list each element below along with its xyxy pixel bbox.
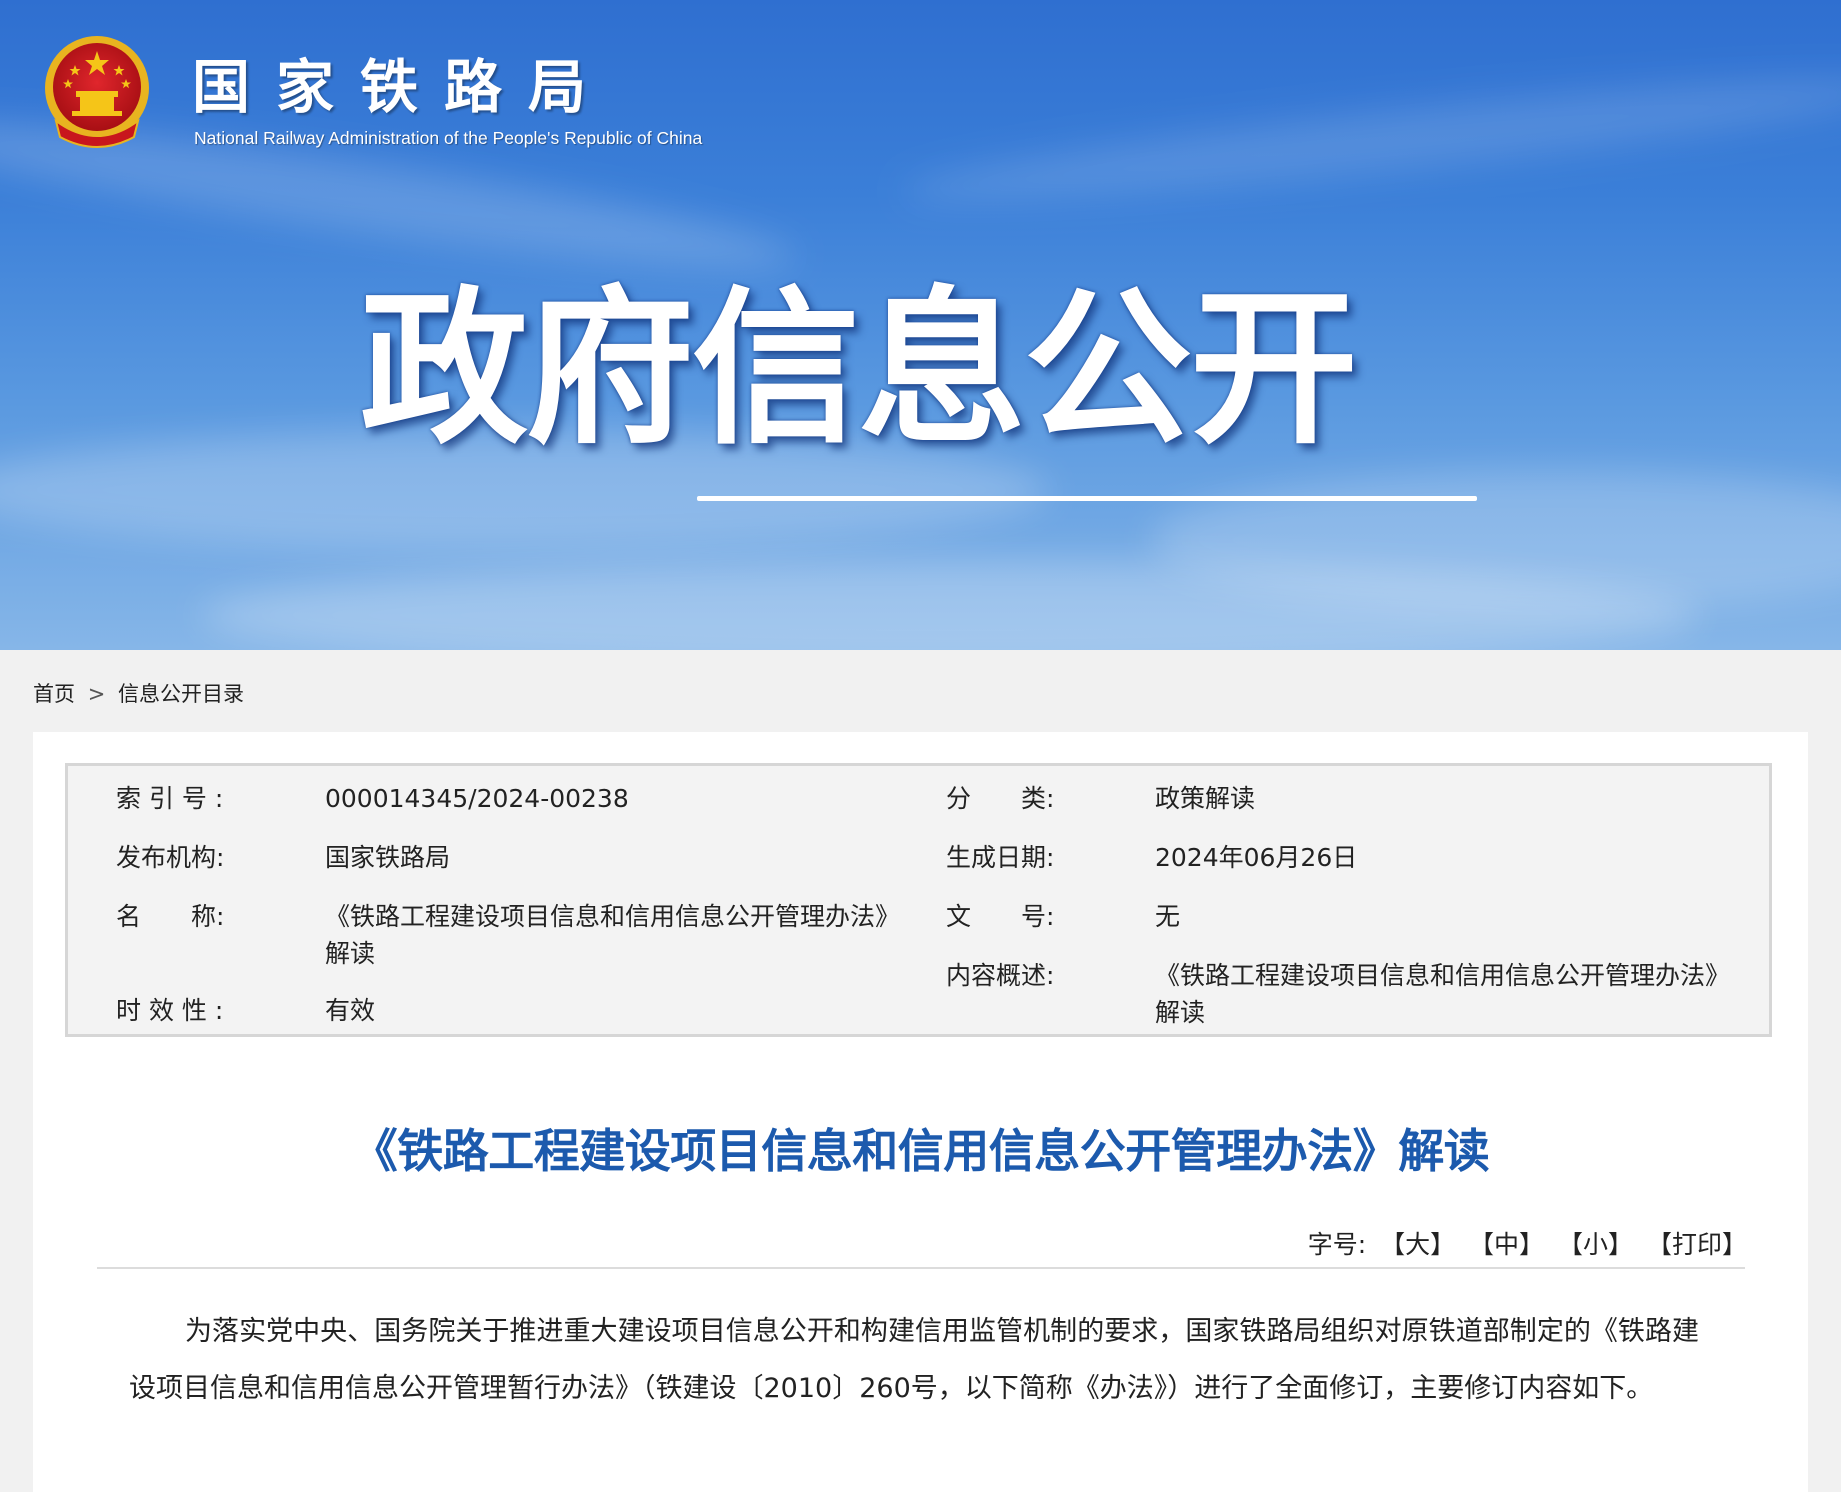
breadcrumb-separator: > [87, 682, 106, 706]
category-label: 分 类: [946, 784, 1055, 813]
document-number-label: 文 号: [946, 902, 1055, 931]
summary-label: 内容概述: [946, 961, 1055, 990]
font-size-medium-button[interactable]: 【中】 [1469, 1225, 1544, 1261]
font-size-small-button[interactable]: 【小】 [1558, 1225, 1633, 1261]
publisher-value: 国家铁路局 [325, 843, 451, 872]
summary-value: 《铁路工程建设项目信息和信用信息公开管理办法》解读 [1155, 961, 1731, 1027]
print-button[interactable]: 【打印】 [1647, 1225, 1747, 1261]
breadcrumb-home-link[interactable]: 首页 [33, 682, 75, 706]
document-number-value: 无 [1155, 902, 1181, 931]
publisher-label: 发布机构: [116, 843, 225, 872]
banner-underline [697, 496, 1477, 501]
name-value: 《铁路工程建设项目信息和信用信息公开管理办法》解读 [325, 902, 901, 968]
validity-label: 时 效 性 : [116, 996, 224, 1025]
article-paragraph: 为落实党中央、国务院关于推进重大建设项目信息公开和构建信用监管机制的要求，国家铁… [129, 1316, 1699, 1404]
breadcrumb-current-link[interactable]: 信息公开目录 [118, 682, 244, 706]
name-label: 名 称: [116, 902, 225, 931]
title-divider [97, 1267, 1745, 1269]
index-number-value: 000014345/2024-00238 [325, 784, 629, 813]
logo-chinese-name[interactable]: 国家铁路局 [192, 58, 612, 116]
date-label: 生成日期: [946, 843, 1055, 872]
validity-value: 有效 [325, 996, 376, 1025]
font-size-large-button[interactable]: 【大】 [1380, 1225, 1455, 1261]
font-size-label: 字号: [1307, 1230, 1367, 1259]
article-title: 《铁路工程建设项目信息和信用信息公开管理办法》解读 [351, 1124, 1490, 1178]
document-info-table: 索 引 号 : 000014345/2024-00238 分 类: 政策解读 发… [65, 763, 1772, 1037]
logo-english-name[interactable]: National Railway Administration of the P… [194, 128, 702, 149]
national-emblem-icon[interactable] [42, 33, 152, 151]
header-banner: 国家铁路局 National Railway Administration of… [0, 0, 1841, 650]
breadcrumb: 首页 > 信息公开目录 [33, 678, 250, 708]
index-number-label: 索 引 号 : [116, 784, 224, 813]
banner-title: 政府信息公开 [360, 271, 1358, 467]
cloud-decoration [899, 57, 1841, 223]
font-size-toolbar: 字号: 【大】 【中】 【小】 【打印】 [1308, 1225, 1747, 1261]
date-value: 2024年06月26日 [1155, 843, 1358, 872]
category-value: 政策解读 [1155, 784, 1256, 813]
